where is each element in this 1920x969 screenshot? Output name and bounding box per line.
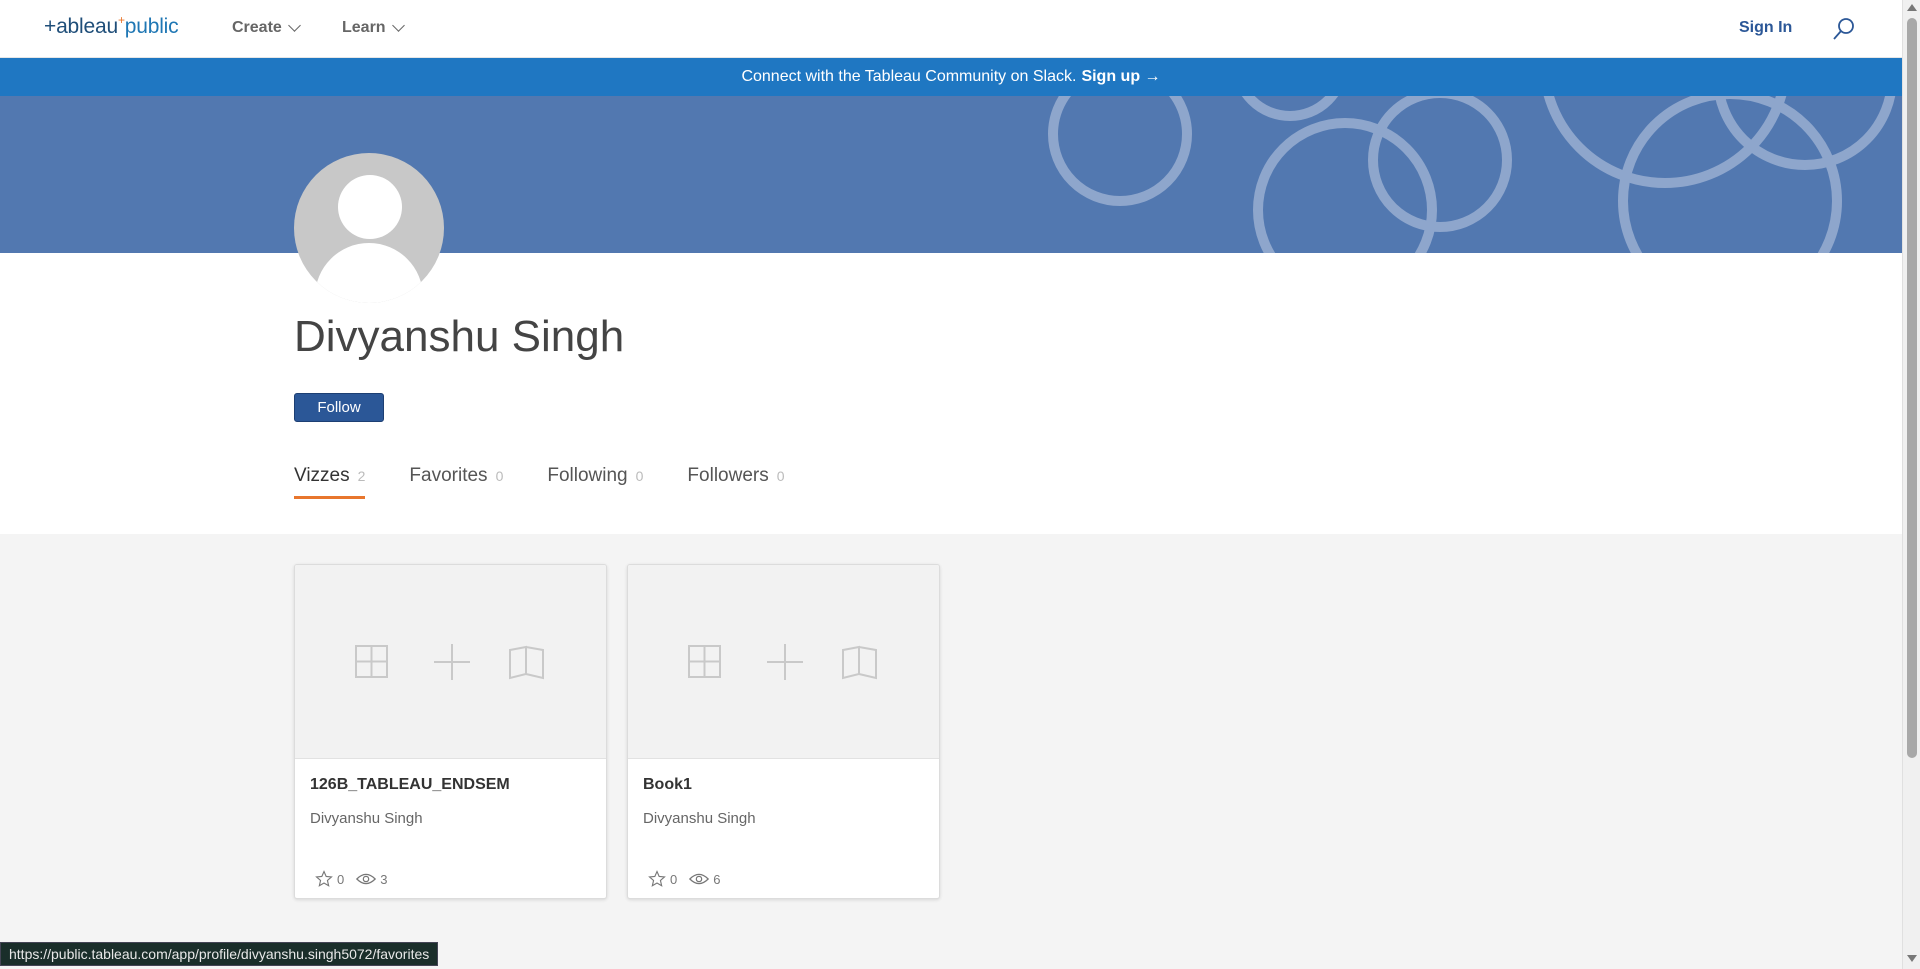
nav-learn-menu[interactable]: Learn bbox=[342, 18, 405, 37]
viz-stats: 0 6 bbox=[648, 870, 732, 888]
banner-text: Connect with the Tableau Community on Sl… bbox=[741, 68, 1077, 85]
book-icon bbox=[509, 645, 544, 680]
viz-author[interactable]: Divyanshu Singh bbox=[310, 810, 423, 827]
tab-favorites[interactable]: Favorites 0 bbox=[409, 465, 503, 499]
tab-label: Favorites bbox=[409, 465, 488, 486]
tab-count: 0 bbox=[776, 468, 785, 484]
viz-card[interactable]: 126B_TABLEAU_ENDSEM Divyanshu Singh 0 3 bbox=[294, 564, 607, 899]
placeholder-icons bbox=[688, 644, 877, 680]
eye-icon bbox=[356, 873, 377, 885]
viz-stats: 0 3 bbox=[315, 870, 399, 888]
scroll-up-arrow-icon[interactable] bbox=[1907, 4, 1917, 11]
top-navigation: +ableau+public Create Learn Sign In bbox=[0, 0, 1902, 58]
link-status-bar: https://public.tableau.com/app/profile/d… bbox=[0, 942, 439, 966]
scroll-thumb[interactable] bbox=[1907, 18, 1917, 758]
chevron-down-icon bbox=[391, 18, 405, 32]
tab-label: Vizzes bbox=[294, 465, 350, 486]
viz-thumbnail-placeholder bbox=[295, 565, 606, 759]
logo-text-public: public bbox=[124, 15, 179, 38]
chevron-down-icon bbox=[287, 18, 301, 32]
avatar bbox=[294, 153, 444, 303]
viz-title[interactable]: Book1 bbox=[643, 776, 692, 794]
logo-sparkle: + bbox=[117, 13, 125, 27]
avatar-head bbox=[338, 175, 402, 239]
banner-signup-link[interactable]: Sign up → bbox=[1081, 68, 1160, 86]
tab-label: Following bbox=[547, 465, 628, 486]
viz-card[interactable]: Book1 Divyanshu Singh 0 6 bbox=[627, 564, 940, 899]
page-scrollbar[interactable] bbox=[1902, 0, 1920, 969]
logo-text-tableau: +ableau bbox=[44, 15, 118, 38]
placeholder-icons bbox=[355, 644, 544, 680]
views-count: 6 bbox=[713, 871, 721, 887]
nav-learn-label: Learn bbox=[342, 19, 386, 36]
eye-icon bbox=[689, 873, 710, 885]
nav-create-label: Create bbox=[232, 19, 282, 36]
follow-button[interactable]: Follow bbox=[294, 393, 384, 422]
tableau-public-logo[interactable]: +ableau+public bbox=[44, 13, 179, 39]
favorites-count: 0 bbox=[670, 871, 678, 887]
profile-tabs: Vizzes 2 Favorites 0 Following 0 Followe… bbox=[294, 465, 785, 499]
avatar-body bbox=[315, 243, 423, 303]
profile-banner bbox=[0, 96, 1902, 253]
tab-count: 2 bbox=[357, 468, 366, 484]
scroll-down-arrow-icon[interactable] bbox=[1907, 955, 1917, 962]
tab-count: 0 bbox=[635, 468, 644, 484]
tab-count: 0 bbox=[495, 468, 504, 484]
star-icon[interactable] bbox=[315, 870, 333, 888]
tab-label: Followers bbox=[687, 465, 769, 486]
search-icon[interactable] bbox=[1832, 17, 1856, 41]
tab-followers[interactable]: Followers 0 bbox=[687, 465, 784, 499]
views-count: 3 bbox=[380, 871, 388, 887]
sign-in-link[interactable]: Sign In bbox=[1739, 19, 1792, 37]
viz-author[interactable]: Divyanshu Singh bbox=[643, 810, 756, 827]
viz-title[interactable]: 126B_TABLEAU_ENDSEM bbox=[310, 776, 510, 794]
viz-thumbnail-placeholder bbox=[628, 565, 939, 759]
nav-create-menu[interactable]: Create bbox=[232, 18, 301, 37]
slack-banner: Connect with the Tableau Community on Sl… bbox=[0, 58, 1902, 96]
star-icon[interactable] bbox=[648, 870, 666, 888]
profile-name: Divyanshu Singh bbox=[294, 312, 625, 361]
favorites-count: 0 bbox=[337, 871, 345, 887]
book-icon bbox=[842, 645, 877, 680]
vizzes-gallery bbox=[0, 534, 1902, 969]
tab-vizzes[interactable]: Vizzes 2 bbox=[294, 465, 366, 499]
tab-following[interactable]: Following 0 bbox=[547, 465, 643, 499]
decorative-circles bbox=[1048, 96, 1896, 253]
